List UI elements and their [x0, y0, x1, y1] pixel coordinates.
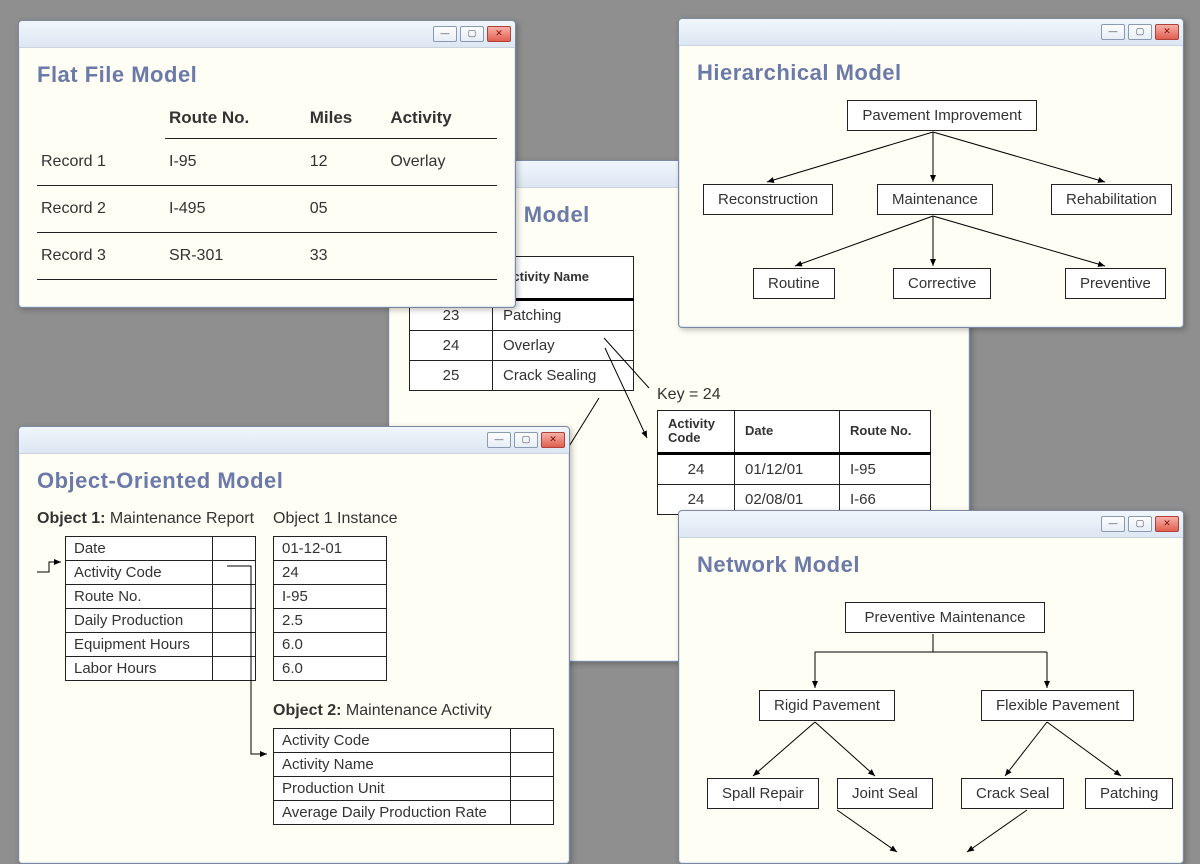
minimize-button[interactable]: — — [1101, 24, 1125, 40]
window-title: Flat File Model — [37, 62, 497, 88]
minimize-button[interactable]: — — [433, 26, 457, 42]
flat-table: Route No. Miles Activity Record 1 I-95 1… — [37, 102, 497, 280]
close-button[interactable]: ✕ — [1155, 516, 1179, 532]
maximize-button[interactable]: ▢ — [1128, 516, 1152, 532]
obj1-instance-label: Object 1 Instance — [273, 510, 398, 528]
obj2-label: Object 2: — [273, 702, 341, 719]
node-leaf: Spall Repair — [707, 778, 819, 809]
window-title: Hierarchical Model — [697, 60, 1165, 86]
close-button[interactable]: ✕ — [1155, 24, 1179, 40]
titlebar: — ▢ ✕ — [19, 427, 569, 454]
window-network: — ▢ ✕ Network Model Preventive Maintenan… — [678, 510, 1184, 864]
row-label: Record 3 — [37, 233, 165, 280]
node-mid: Reconstruction — [703, 184, 833, 215]
node-leaf: Joint Seal — [837, 778, 933, 809]
titlebar: — ▢ ✕ — [679, 511, 1183, 538]
node-root: Pavement Improvement — [847, 100, 1037, 131]
node-leaf: Preventive — [1065, 268, 1166, 299]
obj2-name: Maintenance Activity — [346, 702, 492, 719]
node-leaf: Patching — [1085, 778, 1173, 809]
obj2-fields-table: Activity Code Activity Name Production U… — [273, 728, 554, 825]
node-mid: Maintenance — [877, 184, 993, 215]
window-object-oriented: — ▢ ✕ Object-Oriented Model Object 1: Ma… — [18, 426, 570, 864]
key-label: Key = 24 — [657, 386, 721, 404]
close-button[interactable]: ✕ — [487, 26, 511, 42]
minimize-button[interactable]: — — [487, 432, 511, 448]
maximize-button[interactable]: ▢ — [1128, 24, 1152, 40]
minimize-button[interactable]: — — [1101, 516, 1125, 532]
window-title: Network Model — [697, 552, 1165, 578]
row-label: Record 2 — [37, 186, 165, 233]
node-mid: Rehabilitation — [1051, 184, 1172, 215]
node-mid: Rigid Pavement — [759, 690, 895, 721]
col-header: Miles — [306, 102, 387, 139]
col-header: Route No. — [840, 411, 931, 454]
titlebar: — ▢ ✕ — [679, 19, 1183, 46]
col-header: Activity — [386, 102, 497, 139]
col-header: Date — [735, 411, 840, 454]
titlebar: — ▢ ✕ — [19, 21, 515, 48]
window-flat-file: — ▢ ✕ Flat File Model Route No. Miles Ac… — [18, 20, 516, 308]
table-row: Record 2 I-495 05 — [37, 186, 497, 233]
close-button[interactable]: ✕ — [541, 432, 565, 448]
col-header: Activity Code — [658, 411, 735, 454]
window-title: Object-Oriented Model — [37, 468, 551, 494]
maximize-button[interactable]: ▢ — [460, 26, 484, 42]
node-leaf: Crack Seal — [961, 778, 1064, 809]
table-row: Record 3 SR-301 33 — [37, 233, 497, 280]
obj1-name: Maintenance Report — [110, 510, 254, 527]
table-row: Record 1 I-95 12 Overlay — [37, 139, 497, 186]
obj1-instance-table: 01-12-01 24 I-95 2.5 6.0 6.0 — [273, 536, 387, 681]
table-row: 25Crack Sealing — [410, 360, 634, 390]
node-leaf: Corrective — [893, 268, 991, 299]
table-row: 24Overlay — [410, 330, 634, 360]
maximize-button[interactable]: ▢ — [514, 432, 538, 448]
node-mid: Flexible Pavement — [981, 690, 1134, 721]
table-row: 2401/12/01I-95 — [658, 453, 931, 484]
node-root: Preventive Maintenance — [845, 602, 1045, 633]
node-leaf: Routine — [753, 268, 835, 299]
col-header: Route No. — [165, 102, 306, 139]
window-hierarchical: — ▢ ✕ Hierarchical Model Pavement Improv… — [678, 18, 1184, 328]
obj1-fields-table: Date Activity Code Route No. Daily Produ… — [65, 536, 256, 681]
obj1-label: Object 1: — [37, 510, 105, 527]
log-table: Activity Code Date Route No. 2401/12/01I… — [657, 410, 931, 515]
row-label: Record 1 — [37, 139, 165, 186]
